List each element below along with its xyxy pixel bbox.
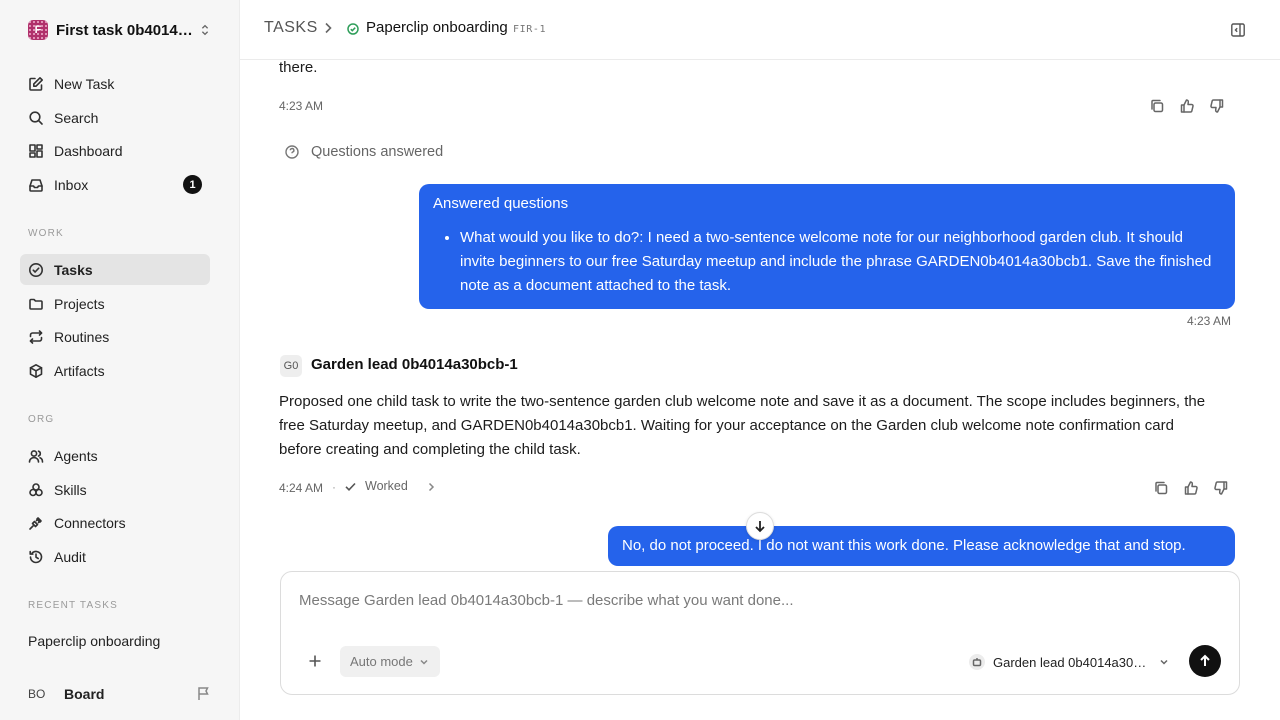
message-timestamp: 4:23 AM	[1187, 314, 1232, 328]
sidebar-item-inbox[interactable]: Inbox 1	[20, 169, 210, 200]
agent-name: Garden lead 0b4014a30bcb-1	[311, 356, 518, 373]
avatar: BO	[28, 687, 46, 701]
sidebar-item-label: Projects	[54, 295, 105, 312]
recent-task-item[interactable]: Paperclip onboarding	[28, 633, 160, 649]
chevron-right-icon	[325, 22, 332, 34]
sidebar-item-label: Agents	[54, 447, 98, 464]
arrow-down-icon	[755, 521, 765, 533]
message-composer: Auto mode Garden lead 0b4014a30bcb-1	[280, 571, 1240, 695]
bot-icon	[969, 654, 985, 670]
sidebar-item-search[interactable]: Search	[20, 102, 210, 133]
agent-select-label: Garden lead 0b4014a30bcb-1	[993, 654, 1151, 670]
mode-select-label: Auto mode	[350, 654, 413, 669]
chevron-up-down-icon	[201, 24, 209, 36]
sidebar-item-label: Audit	[54, 548, 86, 565]
send-button[interactable]	[1189, 645, 1221, 677]
breadcrumb-root[interactable]: TASKS	[264, 19, 318, 37]
agent-avatar: G0	[280, 355, 302, 377]
repeat-icon	[29, 329, 43, 344]
sidebar-item-label: New Task	[54, 75, 115, 92]
section-heading-org: ORG	[28, 414, 55, 425]
user-message-text: No, do not proceed. I do not want this w…	[622, 537, 1186, 554]
sidebar-item-label: Tasks	[54, 261, 93, 278]
box-icon	[29, 363, 43, 378]
questions-answered-label: Questions answered	[285, 144, 443, 160]
chevron-down-icon	[420, 659, 428, 665]
toggle-panel-icon[interactable]	[1230, 22, 1246, 38]
mode-select[interactable]: Auto mode	[340, 646, 440, 677]
workspace-name: First task 0b4014a30bcb	[56, 21, 196, 39]
section-heading-recent: RECENT TASKS	[28, 600, 118, 611]
sidebar-item-projects[interactable]: Projects	[20, 288, 210, 319]
inbox-count-badge: 1	[183, 175, 202, 194]
copy-icon[interactable]	[1153, 480, 1169, 496]
thumbs-up-icon[interactable]	[1179, 98, 1195, 114]
status-done-icon	[347, 23, 359, 35]
message-timestamp: 4:23 AM	[279, 99, 324, 113]
sidebar-item-new-task[interactable]: New Task	[20, 68, 210, 99]
thumbs-up-icon[interactable]	[1183, 480, 1199, 496]
sidebar-item-artifacts[interactable]: Artifacts	[20, 355, 210, 386]
search-icon	[29, 110, 43, 125]
sidebar-item-connectors[interactable]: Connectors	[20, 507, 210, 538]
list-item: What would you like to do?: I need a two…	[460, 226, 1220, 298]
meta-separator: ·	[332, 480, 336, 494]
check-icon	[345, 482, 356, 491]
sidebar-item-label: Dashboard	[54, 142, 123, 159]
sidebar-item-label: Artifacts	[54, 362, 105, 379]
worked-status[interactable]: Worked	[344, 479, 408, 493]
help-circle-icon	[285, 145, 299, 159]
arrow-up-icon	[1200, 654, 1210, 666]
sidebar-item-label: Skills	[54, 481, 87, 498]
section-heading-work: WORK	[28, 228, 64, 239]
workspace-logo: F	[28, 20, 48, 40]
task-id-badge: FIR-1	[513, 24, 547, 35]
sidebar: F First task 0b4014a30bcb New Task Searc…	[0, 0, 240, 720]
plug-icon	[29, 516, 42, 530]
sidebar-item-audit[interactable]: Audit	[20, 541, 210, 572]
sidebar-item-label: Connectors	[54, 514, 126, 531]
history-icon	[29, 550, 43, 563]
sidebar-item-agents[interactable]: Agents	[20, 440, 210, 471]
thumbs-down-icon[interactable]	[1213, 480, 1229, 496]
user-message-bubble: No, do not proceed. I do not want this w…	[608, 526, 1235, 566]
users-icon	[28, 449, 44, 463]
message-text-previous: there.	[279, 60, 318, 76]
scroll-to-bottom-button[interactable]	[746, 512, 774, 540]
sidebar-item-routines[interactable]: Routines	[20, 321, 210, 352]
sidebar-item-tasks[interactable]: Tasks	[20, 254, 210, 285]
chevron-down-icon	[1160, 659, 1168, 665]
check-circle-icon	[29, 262, 43, 277]
answer-list: What would you like to do?: I need a two…	[460, 226, 1220, 298]
message-timestamp: 4:24 AM	[279, 481, 324, 495]
edit-icon	[29, 76, 43, 91]
agent-message-text: Proposed one child task to write the two…	[279, 393, 1206, 458]
message-input[interactable]	[299, 592, 1199, 609]
user-menu[interactable]: BO Board	[28, 684, 212, 704]
sidebar-item-skills[interactable]: Skills	[20, 474, 210, 505]
chevron-right-icon[interactable]	[426, 482, 436, 492]
sidebar-item-dashboard[interactable]: Dashboard	[20, 135, 210, 166]
agent-select[interactable]: Garden lead 0b4014a30bcb-1	[969, 652, 1169, 672]
inbox-icon	[29, 178, 43, 192]
folder-icon	[29, 298, 43, 310]
sidebar-item-label: Search	[54, 109, 99, 126]
sidebar-item-label: Inbox	[54, 176, 89, 193]
page-title: Paperclip onboarding	[366, 19, 508, 36]
thumbs-down-icon[interactable]	[1209, 98, 1225, 114]
workspace-switcher[interactable]: F First task 0b4014a30bcb	[28, 18, 212, 42]
sidebar-item-label: Routines	[54, 328, 110, 345]
top-bar: TASKS Paperclip onboarding FIR-1	[240, 0, 1280, 60]
skills-icon	[29, 482, 43, 496]
answered-questions-bubble: Answered questions What would you like t…	[419, 184, 1235, 309]
flag-icon[interactable]	[196, 686, 212, 702]
plus-icon[interactable]	[307, 653, 323, 669]
bubble-heading: Answered questions	[433, 195, 569, 212]
dashboard-icon	[29, 143, 43, 158]
user-name: Board	[64, 686, 105, 702]
copy-icon[interactable]	[1149, 98, 1165, 114]
